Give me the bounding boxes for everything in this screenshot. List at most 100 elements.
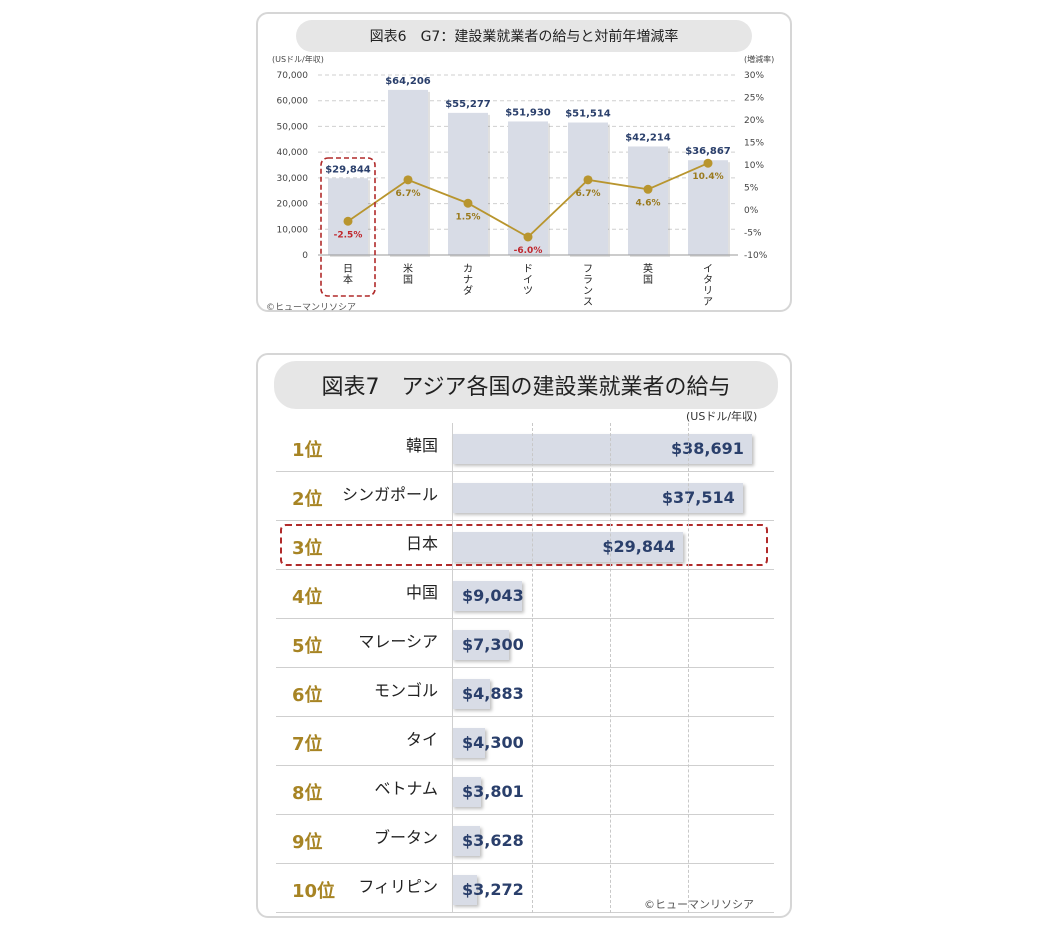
category-label-char: ン <box>583 286 593 297</box>
y2-tick-label: 30% <box>744 71 764 81</box>
y-axis-title: (USドル/年収) <box>272 54 324 64</box>
y2-tick-label: 0% <box>744 206 759 216</box>
japan-highlight-box <box>280 524 768 566</box>
rank-label: 9位 <box>292 832 323 853</box>
country-name: フィリピン <box>358 877 438 896</box>
ranking-row: 1位 韓国 $38,691 <box>276 423 774 472</box>
rank-label: 7位 <box>292 734 323 755</box>
y2-tick-label: -5% <box>744 229 762 239</box>
asia-copyright: ©ヒューマンリソシア <box>644 898 754 911</box>
y-tick-label: 10,000 <box>277 225 309 235</box>
bar-value-label: $42,214 <box>625 132 671 143</box>
bar-value-label: $55,277 <box>445 99 491 110</box>
rank-label: 10位 <box>292 881 336 902</box>
y-tick-label: 20,000 <box>277 200 309 210</box>
ranking-row: 2位 シンガポール $37,514 <box>276 472 774 521</box>
category-label-char: ナ <box>463 274 473 286</box>
y-tick-label: 0 <box>302 251 308 261</box>
category-label-char: 本 <box>343 273 353 286</box>
growth-rate-point <box>523 232 533 242</box>
asia-unit-label: (USドル/年収) <box>686 410 758 423</box>
value-gridline <box>688 423 689 913</box>
category-label-char: 米 <box>403 262 413 275</box>
ranking-row: 4位 中国 $9,043 <box>276 570 774 619</box>
y-tick-label: 40,000 <box>277 148 309 158</box>
bar <box>388 89 428 255</box>
salary-value-label: $3,801 <box>462 782 524 801</box>
bar <box>448 112 488 255</box>
rank-label: 4位 <box>292 587 323 608</box>
ranking-row: 7位 タイ $4,300 <box>276 717 774 766</box>
salary-value-label: $38,691 <box>670 439 744 458</box>
bar-value-label: $36,867 <box>685 146 731 157</box>
category-label-char: ス <box>583 297 593 308</box>
y2-tick-label: 20% <box>744 116 764 126</box>
g7-copyright: ©ヒューマンリソシア <box>266 303 357 313</box>
growth-rate-label: 10.4% <box>692 172 723 182</box>
ranking-row: 5位 マレーシア $7,300 <box>276 619 774 668</box>
country-name: ブータン <box>373 828 438 847</box>
salary-value-label: $3,272 <box>462 880 524 899</box>
country-name: モンゴル <box>373 681 438 700</box>
rank-label: 1位 <box>292 440 323 461</box>
salary-value-label: $9,043 <box>462 586 524 605</box>
y2-tick-label: 25% <box>744 94 764 104</box>
growth-rate-label: 6.7% <box>576 189 601 199</box>
row-divider <box>276 912 774 913</box>
salary-value-label: $7,300 <box>462 635 524 654</box>
category-label-char: カ <box>463 263 473 275</box>
growth-rate-label: 6.7% <box>396 189 421 199</box>
category-label-char: ラ <box>583 274 593 286</box>
category-label-char: 国 <box>403 274 413 286</box>
rank-label: 6位 <box>292 685 323 706</box>
bar-value-label: $29,844 <box>325 164 371 175</box>
salary-value-label: $4,883 <box>462 684 524 703</box>
y2-tick-label: -10% <box>744 251 768 261</box>
category-label-char: 英 <box>643 262 653 275</box>
category-label-char: ド <box>523 264 533 275</box>
ranking-row: 8位 ベトナム $3,801 <box>276 766 774 815</box>
category-label-char: フ <box>583 264 593 275</box>
growth-rate-point <box>643 184 653 194</box>
y-tick-label: 30,000 <box>277 174 309 184</box>
growth-rate-point <box>583 175 593 185</box>
growth-rate-point <box>703 158 713 168</box>
y2-tick-label: 10% <box>744 161 764 171</box>
category-label-char: ダ <box>463 284 473 297</box>
value-gridline <box>532 423 533 913</box>
bar-value-label: $51,514 <box>565 109 611 120</box>
growth-rate-label: 1.5% <box>456 212 481 222</box>
salary-value-label: $4,300 <box>462 733 524 752</box>
country-name: マレーシア <box>358 632 438 651</box>
bar-value-label: $51,930 <box>505 107 551 118</box>
growth-rate-point <box>343 216 353 226</box>
value-axis-line <box>452 423 453 913</box>
country-name: ベトナム <box>374 779 438 798</box>
growth-rate-label: 4.6% <box>636 198 661 208</box>
category-label-char: リ <box>703 286 713 297</box>
y-tick-label: 70,000 <box>277 71 309 81</box>
y-tick-label: 60,000 <box>277 97 309 107</box>
country-name: 韓国 <box>405 436 438 455</box>
ranking-row: 6位 モンゴル $4,883 <box>276 668 774 717</box>
asia-chart-panel: 図表7 アジア各国の建設業就業者の給与 (USドル/年収) 1位 韓国 $38,69… <box>256 353 792 918</box>
growth-rate-label: -6.0% <box>514 246 543 256</box>
country-name: 中国 <box>405 583 438 602</box>
country-name: タイ <box>405 730 438 749</box>
category-label-char: ア <box>703 297 713 308</box>
category-label-char: イ <box>523 275 533 286</box>
g7-chart-svg: (USドル/年収) (増減率) 70,000 60,000 50,000 40,000 30… <box>272 54 774 308</box>
rank-label: 5位 <box>292 636 323 657</box>
growth-rate-point <box>403 175 413 185</box>
bar <box>328 178 368 255</box>
rank-label: 8位 <box>292 783 323 804</box>
value-gridline <box>610 423 611 913</box>
growth-rate-label: -2.5% <box>334 230 363 240</box>
category-label-char: タ <box>703 274 713 286</box>
y2-tick-label: 5% <box>744 184 759 194</box>
category-label-char: 国 <box>643 274 653 286</box>
bar-value-label: $64,206 <box>385 76 431 87</box>
ranking-row: 9位 ブータン $3,628 <box>276 815 774 864</box>
salary-value-label: $37,514 <box>661 488 735 507</box>
category-label-char: ツ <box>523 286 533 297</box>
